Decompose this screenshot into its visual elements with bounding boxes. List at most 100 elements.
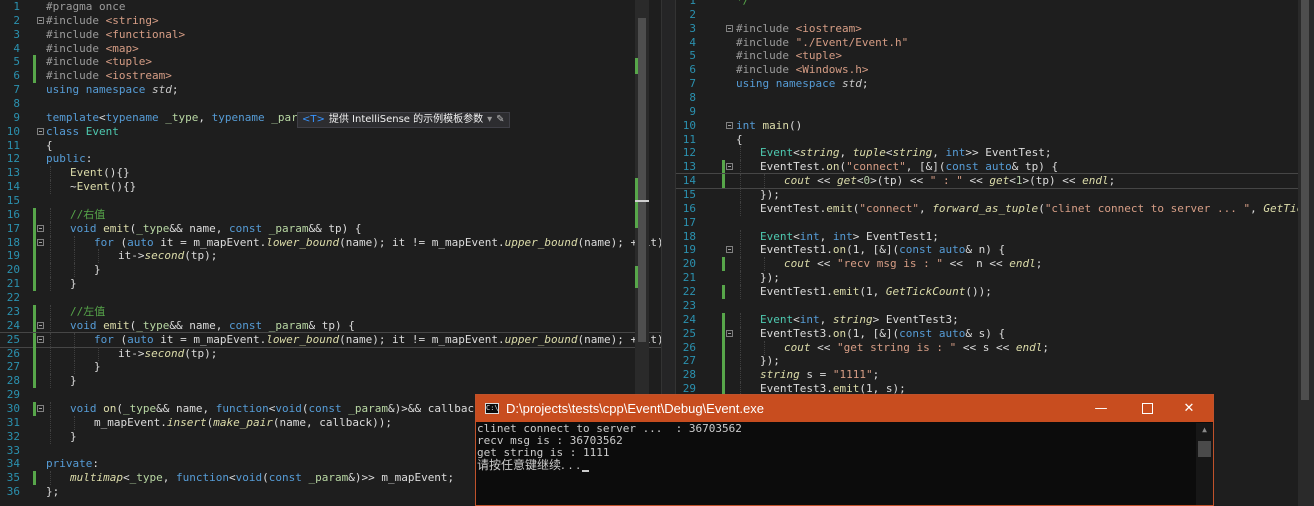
code-line[interactable]: 27} — [0, 360, 661, 375]
intellisense-template-hint[interactable]: <T> 提供 IntelliSense 的示例模板参数 ▾ ✎ — [297, 112, 510, 128]
collapse-icon[interactable] — [726, 329, 733, 337]
collapse-icon[interactable] — [37, 238, 44, 246]
collapse-icon[interactable] — [37, 16, 44, 24]
code-text: }); — [760, 271, 780, 285]
collapse-icon[interactable] — [726, 121, 733, 129]
indent-guide — [740, 285, 741, 300]
left-scroll-thumb[interactable] — [638, 18, 646, 342]
code-line[interactable]: 25 for (auto it = m_mapEvent.lower_bound(… — [0, 331, 661, 348]
code-line[interactable]: 8 — [676, 91, 1314, 105]
code-line[interactable]: 17 void emit(_type&& name, const _param&&… — [0, 221, 661, 236]
code-line[interactable]: 18 for (auto it = m_mapEvent.lower_bound(… — [0, 235, 661, 250]
code-line[interactable]: 20} — [0, 263, 661, 278]
code-line[interactable]: 26 it->second(tp); — [0, 346, 661, 361]
code-line[interactable]: 13 EventTest.on("connect", [&](const auto… — [676, 160, 1314, 175]
code-line[interactable]: 25 EventTest3.on(1, [&](const auto& s) { — [676, 326, 1314, 341]
code-token: #include — [46, 41, 106, 55]
code-line[interactable]: 24 void emit(_type&& name, const _param& … — [0, 318, 661, 333]
code-line[interactable]: 1 */ — [676, 0, 1314, 8]
code-line[interactable]: 1 #pragma once — [0, 0, 661, 14]
code-line[interactable]: 4 #include <map> — [0, 42, 661, 56]
collapse-icon[interactable] — [37, 127, 44, 135]
code-line[interactable]: 8 — [0, 97, 661, 111]
code-text: EventTest3.on(1, [&](const auto& s) { — [760, 327, 1005, 341]
code-text: Event(){} — [70, 166, 130, 180]
collapse-icon[interactable] — [37, 224, 44, 232]
code-line[interactable]: 28 string s = "1111"; — [676, 368, 1314, 383]
code-line[interactable]: 4 #include "./Event/Event.h" — [676, 36, 1314, 50]
text-cursor — [582, 470, 590, 472]
code-line[interactable]: 28} — [0, 374, 661, 389]
code-line[interactable]: 12 public: — [0, 152, 661, 166]
change-marker — [33, 332, 36, 347]
collapse-icon[interactable] — [37, 335, 44, 343]
console-titlebar[interactable]: C:\ D:\projects\tests\cpp\Event\Debug\Ev… — [476, 395, 1213, 422]
code-line[interactable]: 21}); — [676, 271, 1314, 286]
code-line[interactable]: 2 #include <string> — [0, 14, 661, 28]
change-marker — [33, 401, 36, 416]
code-line[interactable]: 3 #include <iostream> — [676, 22, 1314, 36]
code-line[interactable]: 15}); — [676, 188, 1314, 203]
collapse-icon[interactable] — [726, 24, 733, 32]
line-number: 8 — [689, 91, 696, 105]
collapse-icon[interactable] — [37, 321, 44, 329]
code-line[interactable]: 10 int main() — [676, 119, 1314, 133]
code-line[interactable]: 19 EventTest1.on(1, [&](const auto& n) { — [676, 243, 1314, 258]
code-token: make_pair — [213, 415, 273, 429]
indent-guide — [764, 340, 765, 355]
code-line[interactable]: 20 cout << "recv msg is : " << n << endl; — [676, 257, 1314, 272]
code-line[interactable]: 16 //右值 — [0, 207, 661, 222]
code-line[interactable]: 23 //左值 — [0, 304, 661, 319]
console-output[interactable]: clinet connect to server ... : 36703562 … — [477, 423, 1195, 505]
code-line[interactable]: 11 { — [0, 139, 661, 153]
console-scrollbar[interactable]: ▲ — [1196, 423, 1213, 505]
close-button[interactable]: ✕ — [1166, 395, 1212, 422]
code-line[interactable]: 22 — [0, 291, 661, 305]
console-scroll-thumb[interactable] — [1198, 441, 1211, 457]
maximize-button[interactable] — [1124, 395, 1170, 422]
edit-pencil-icon[interactable]: ✎ — [496, 114, 504, 125]
code-line[interactable]: 19 it->second(tp); — [0, 249, 661, 264]
code-token: } — [70, 374, 77, 388]
code-line[interactable]: 18 Event<int, int> EventTest1; — [676, 229, 1314, 244]
code-line[interactable]: 5 #include <tuple> — [676, 49, 1314, 63]
code-token: < — [122, 471, 130, 485]
code-line[interactable]: 9 — [676, 105, 1314, 119]
code-line[interactable]: 6 #include <iostream> — [0, 69, 661, 84]
code-line[interactable]: 2 — [676, 8, 1314, 22]
code-line[interactable]: 24 Event<int, string> EventTest3; — [676, 312, 1314, 327]
code-line[interactable]: 23 — [676, 299, 1314, 313]
collapse-icon[interactable] — [726, 246, 733, 254]
scroll-up-arrow-icon[interactable]: ▲ — [1196, 423, 1213, 437]
console-window[interactable]: C:\ D:\projects\tests\cpp\Event\Debug\Ev… — [475, 394, 1214, 506]
code-line[interactable]: 27}); — [676, 354, 1314, 369]
code-line[interactable]: 7 using namespace std; — [676, 77, 1314, 91]
code-line[interactable]: 5 #include <tuple> — [0, 55, 661, 70]
code-line[interactable]: 17 — [676, 216, 1314, 230]
code-line[interactable]: 6 #include <Windows.h> — [676, 63, 1314, 77]
minimize-button[interactable]: — — [1078, 395, 1124, 422]
code-token: < — [856, 174, 864, 188]
code-line[interactable]: 14 cout << get<0>(tp) << " : " << get<1>(… — [676, 173, 1314, 190]
code-line[interactable]: 14 ~Event(){} — [0, 180, 661, 195]
code-token: (tp); — [184, 249, 218, 263]
code-line[interactable]: 22 EventTest1.emit(1, GetTickCount()); — [676, 285, 1314, 300]
code-token: cout — [784, 174, 811, 188]
right-scroll-thumb[interactable] — [1301, 0, 1309, 400]
code-token: , [&]( — [905, 160, 946, 174]
code-line[interactable]: 13 Event(){} — [0, 166, 661, 181]
code-line[interactable]: 15 — [0, 194, 661, 208]
code-line[interactable]: 12 Event<string, tuple<string, int>> Even… — [676, 146, 1314, 161]
collapse-icon[interactable] — [37, 404, 44, 412]
collapse-icon[interactable] — [726, 163, 733, 171]
line-number: 5 — [13, 55, 20, 69]
change-marker — [722, 312, 725, 327]
code-line[interactable]: 16 EventTest.emit ("connect", forward_as_t… — [676, 201, 1314, 216]
code-line[interactable]: 21} — [0, 277, 661, 292]
chevron-down-icon[interactable]: ▾ — [487, 114, 492, 125]
code-line[interactable]: 7 using namespace std; — [0, 83, 661, 97]
code-line[interactable]: 3 #include <functional> — [0, 28, 661, 42]
right-editor-scrollbar[interactable] — [1298, 0, 1314, 506]
code-line[interactable]: 26 cout << "get string is : " << s << end… — [676, 340, 1314, 355]
code-line[interactable]: 11 { — [676, 133, 1314, 147]
